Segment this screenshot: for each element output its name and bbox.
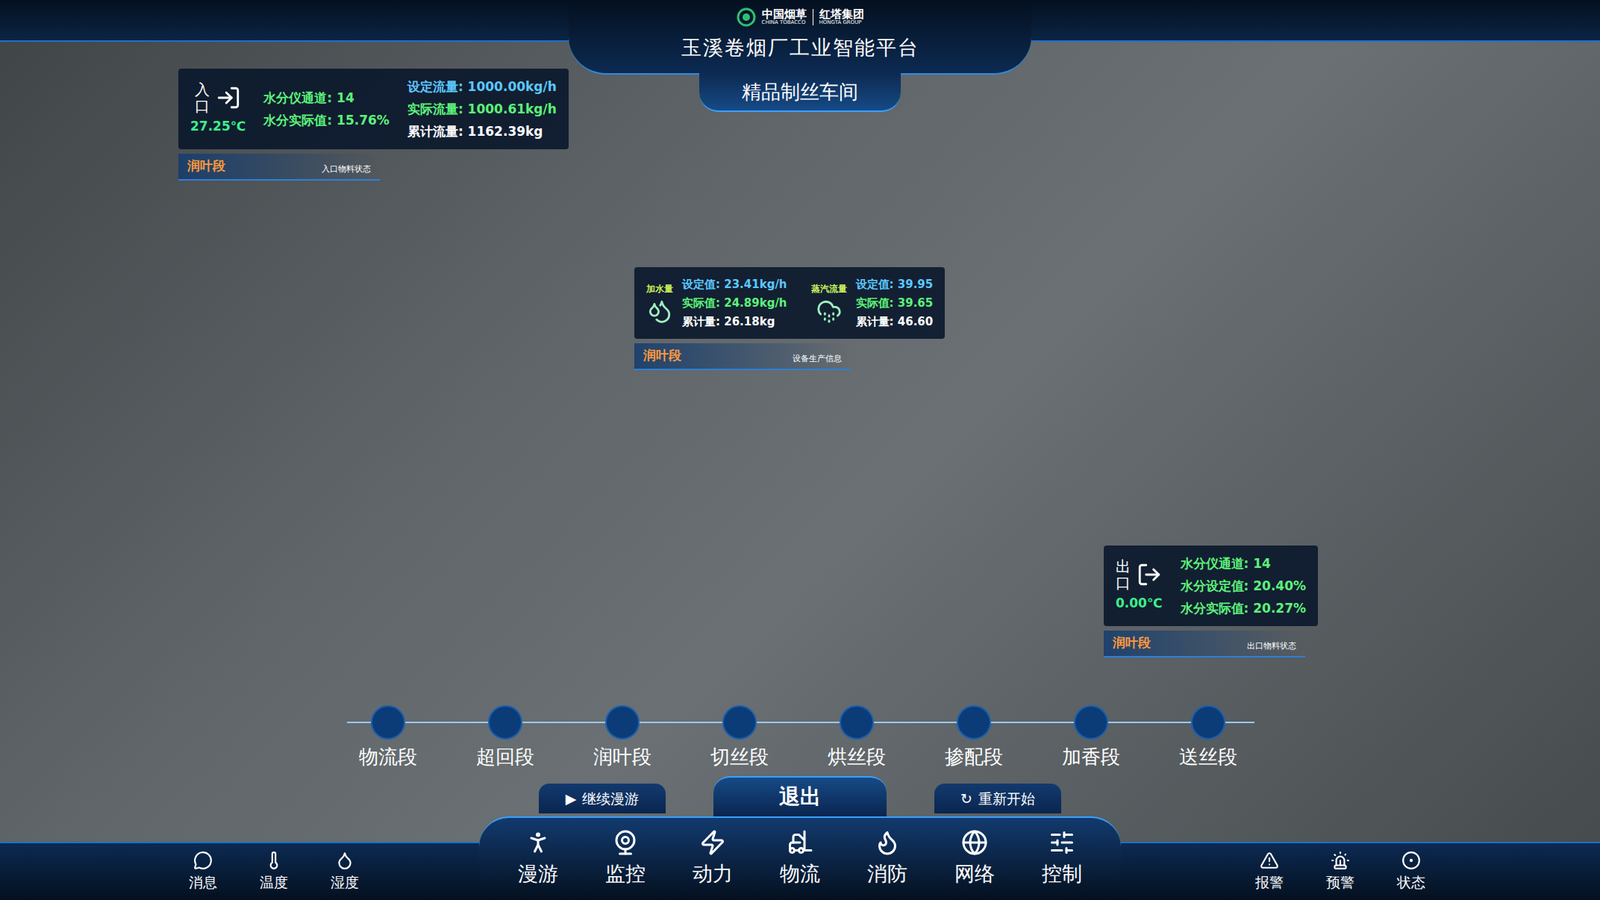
stage-item[interactable]: 烘丝段 bbox=[797, 705, 915, 772]
reading-row: 实际值: 24.89kg/h bbox=[682, 294, 788, 312]
outlet-icon bbox=[1136, 561, 1162, 588]
stage-item[interactable]: 润叶段 bbox=[563, 705, 681, 772]
app: 中国烟草CHINA TOBACCO红塔集团HONGTA GROUP 玉溪卷烟厂工业… bbox=[0, 0, 1600, 900]
reading-row: 实际值: 39.65 bbox=[855, 294, 934, 312]
stage-dot bbox=[370, 705, 406, 740]
nav-icon bbox=[961, 829, 989, 856]
nav-item[interactable]: 湿度 bbox=[320, 850, 369, 894]
stage-dot bbox=[1191, 705, 1226, 740]
action-button[interactable]: ↻重新开始 bbox=[934, 783, 1062, 814]
temperature: 27.25℃ bbox=[190, 117, 246, 137]
equipment-group: 蒸汽流量设定值: 39.95实际值: 39.65累计量: 46.60 bbox=[811, 276, 934, 330]
nav-icon bbox=[611, 829, 639, 856]
nav-item[interactable]: 网络 bbox=[941, 829, 1009, 890]
reading-row: 水分仪通道: 14 bbox=[263, 88, 390, 107]
reading-row: 实际流量: 1000.61kg/h bbox=[407, 100, 557, 118]
reading-column: 水分仪通道: 14 水分设定值: 20.40% 水分实际值: 20.27% bbox=[1180, 554, 1307, 618]
reading-row: 累计流量: 1162.39kg bbox=[407, 122, 557, 141]
nav-icon bbox=[524, 829, 552, 856]
nav-icon bbox=[699, 829, 727, 856]
nav-item[interactable]: 温度 bbox=[250, 850, 298, 894]
nav-icon bbox=[264, 850, 284, 871]
action-icon: ▶ bbox=[565, 788, 577, 810]
direction-label: 出口 bbox=[1115, 558, 1131, 592]
inlet-icon bbox=[215, 85, 242, 111]
inlet-panel: 入口27.25℃ 水分仪通道: 14 水分实际值: 15.76% 设定流量: 1000… bbox=[178, 68, 569, 181]
stage-timeline: 物流段超回段润叶段切丝段烘丝段掺配段加香段送丝段 bbox=[329, 705, 1267, 772]
stage-item[interactable]: 物流段 bbox=[329, 705, 447, 772]
nav-icon bbox=[335, 850, 355, 871]
nav-item[interactable]: 漫游 bbox=[504, 829, 572, 890]
reading-row: 设定值: 39.95 bbox=[855, 276, 934, 293]
equipment-group: 加水量设定值: 23.41kg/h实际值: 24.89kg/h累计量: 26.1… bbox=[646, 276, 788, 330]
action-icon: ↻ bbox=[960, 788, 973, 810]
reading-column: 水分仪通道: 14 水分实际值: 15.76% bbox=[263, 88, 390, 130]
nav-icon bbox=[873, 829, 901, 856]
stage-dot bbox=[839, 705, 874, 740]
reading-row: 设定流量: 1000.00kg/h bbox=[407, 77, 557, 96]
steam-icon bbox=[816, 298, 842, 324]
panel-label: 润叶段设备生产信息 bbox=[634, 343, 851, 371]
nav-icon bbox=[193, 850, 213, 871]
nav-icon bbox=[786, 829, 814, 856]
reading-row: 水分设定值: 20.40% bbox=[1180, 576, 1307, 595]
stage-dot bbox=[605, 705, 640, 740]
panel-label: 润叶段入口物料状态 bbox=[178, 153, 380, 181]
nav-icon bbox=[1401, 850, 1421, 871]
direction-label: 入口 bbox=[194, 81, 210, 115]
panel-label: 润叶段出口物料状态 bbox=[1103, 630, 1306, 658]
reading-row: 累计量: 26.18kg bbox=[682, 313, 788, 330]
logo: 中国烟草CHINA TOBACCO红塔集团HONGTA GROUP bbox=[736, 7, 865, 27]
reading-row: 设定值: 23.41kg/h bbox=[682, 276, 788, 293]
reading-column: 设定流量: 1000.00kg/h 实际流量: 1000.61kg/h 累计流量: … bbox=[407, 77, 557, 141]
water-icon bbox=[647, 298, 673, 324]
nav-item[interactable]: 消息 bbox=[179, 850, 227, 894]
bottom-nav: 消息温度湿度 漫游监控动力物流消防网络控制 报警预警状态 bbox=[0, 816, 1600, 900]
nav-item[interactable]: 动力 bbox=[679, 829, 747, 890]
stage-item[interactable]: 掺配段 bbox=[914, 705, 1033, 772]
nav-item[interactable]: 预警 bbox=[1316, 850, 1365, 894]
nav-item[interactable]: 消防 bbox=[853, 829, 921, 890]
stage-dot bbox=[1073, 705, 1109, 740]
outlet-panel: 出口0.00℃ 水分仪通道: 14 水分设定值: 20.40% 水分实际值: 20.2… bbox=[1103, 545, 1318, 658]
nav-item[interactable]: 状态 bbox=[1387, 850, 1436, 894]
workshop-tab: 精品制丝车间 bbox=[699, 73, 901, 112]
reading-row: 水分实际值: 20.27% bbox=[1180, 599, 1307, 618]
logo-icon bbox=[736, 7, 756, 27]
stage-item[interactable]: 切丝段 bbox=[680, 705, 798, 772]
nav-item[interactable]: 报警 bbox=[1245, 850, 1294, 894]
stage-dot bbox=[488, 705, 523, 740]
nav-icon bbox=[1259, 850, 1280, 871]
equipment-panel: 加水量设定值: 23.41kg/h实际值: 24.89kg/h累计量: 26.1… bbox=[634, 267, 945, 371]
stage-item[interactable]: 加香段 bbox=[1032, 705, 1150, 772]
nav-item[interactable]: 控制 bbox=[1028, 829, 1096, 890]
reading-row: 累计量: 46.60 bbox=[855, 313, 934, 330]
stage-dot bbox=[722, 705, 757, 740]
stage-item[interactable]: 送丝段 bbox=[1149, 705, 1267, 772]
reading-row: 水分实际值: 15.76% bbox=[263, 111, 390, 130]
nav-icon bbox=[1330, 850, 1350, 871]
stage-item[interactable]: 超回段 bbox=[446, 705, 564, 772]
exit-button[interactable]: 退出 bbox=[713, 776, 887, 817]
nav-item[interactable]: 物流 bbox=[766, 829, 834, 890]
page-title: 玉溪卷烟厂工业智能平台 bbox=[681, 32, 920, 64]
temperature: 0.00℃ bbox=[1115, 594, 1163, 614]
stage-dot bbox=[956, 705, 992, 740]
nav-item[interactable]: 监控 bbox=[591, 829, 659, 890]
action-button[interactable]: ▶继续漫游 bbox=[538, 783, 666, 814]
reading-row: 水分仪通道: 14 bbox=[1180, 554, 1307, 573]
action-bar: ▶继续漫游 退出 ↻重新开始 bbox=[0, 776, 1600, 817]
nav-icon bbox=[1048, 829, 1076, 856]
